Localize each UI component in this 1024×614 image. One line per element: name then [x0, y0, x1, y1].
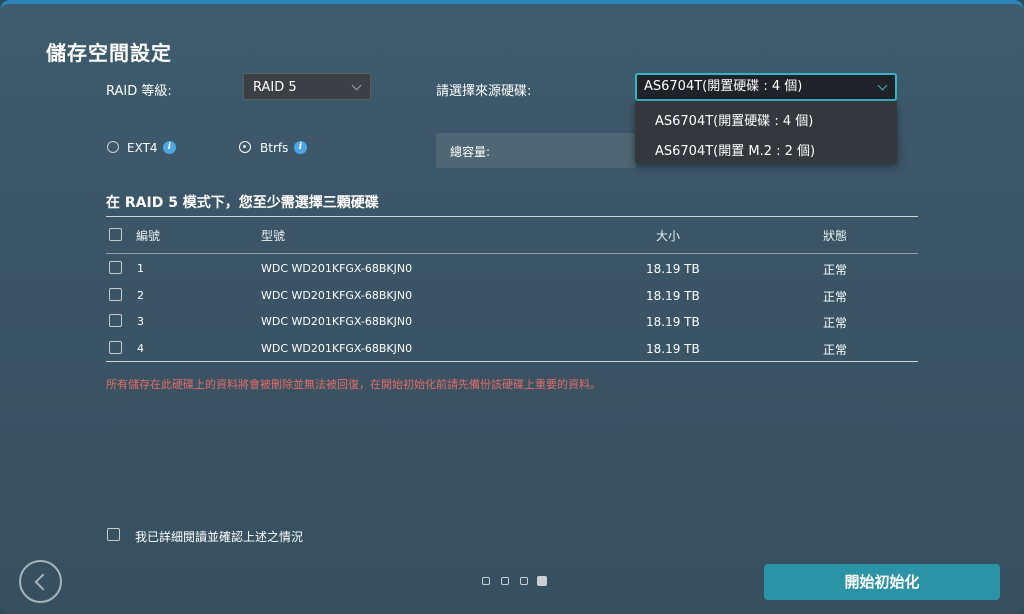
info-icon[interactable]: i [163, 141, 176, 154]
select-all-checkbox[interactable] [109, 228, 122, 241]
raid-level-label: RAID 等級: [106, 84, 172, 99]
page-dot-active [537, 576, 547, 586]
total-capacity-label: 總容量: [450, 145, 491, 159]
row-status: 正常 [823, 343, 848, 357]
dialog-panel: 儲存空間設定 RAID 等級: RAID 5 請選擇來源硬碟: AS6704T(… [0, 0, 1024, 614]
source-disk-value: AS6704T(開置硬碟 : 4 個) [644, 79, 803, 94]
row-status: 正常 [823, 316, 848, 330]
row-model: WDC WD201KFGX-68BKJN0 [261, 342, 413, 355]
row-checkbox[interactable] [109, 314, 122, 327]
raid-level-value: RAID 5 [253, 80, 297, 95]
row-status: 正常 [823, 263, 848, 277]
section-title: 在 RAID 5 模式下，您至少需選擇三顆硬碟 [106, 195, 379, 211]
row-status: 正常 [823, 290, 848, 304]
row-model: WDC WD201KFGX-68BKJN0 [261, 315, 413, 328]
row-size: 18.19 TB [646, 342, 700, 356]
row-checkbox[interactable] [109, 261, 122, 274]
page-dot [520, 577, 528, 585]
confirm-checkbox[interactable] [107, 528, 120, 541]
page-dot [501, 577, 509, 585]
source-disk-select[interactable]: AS6704T(開置硬碟 : 4 個) [635, 73, 897, 101]
header-status: 狀態 [823, 229, 848, 243]
start-initialize-button[interactable]: 開始初始化 [764, 564, 1000, 600]
info-icon[interactable]: i [294, 141, 307, 154]
header-size: 大小 [656, 229, 681, 243]
total-capacity-box: 總容量: [436, 133, 636, 168]
divider [106, 253, 918, 254]
page-title: 儲存空間設定 [46, 41, 172, 65]
dropdown-option[interactable]: AS6704T(開置 M.2 : 2 個) [655, 140, 815, 159]
row-checkbox[interactable] [109, 288, 122, 301]
dropdown-option[interactable]: AS6704T(開置硬碟 : 4 個) [655, 110, 813, 129]
btrfs-label: Btrfs [260, 141, 289, 155]
row-checkbox[interactable] [109, 341, 122, 354]
raid-level-select[interactable]: RAID 5 [243, 73, 371, 100]
row-number: 2 [137, 289, 144, 302]
confirm-label: 我已詳細閱讀並確認上述之情況 [135, 530, 304, 544]
back-button[interactable] [19, 560, 62, 603]
row-size: 18.19 TB [646, 315, 700, 329]
header-number: 編號 [136, 229, 161, 243]
row-model: WDC WD201KFGX-68BKJN0 [261, 262, 413, 275]
chevron-down-icon [877, 80, 888, 91]
source-disk-dropdown: AS6704T(開置硬碟 : 4 個) AS6704T(開置 M.2 : 2 個… [635, 101, 897, 163]
divider [106, 216, 918, 217]
row-number: 4 [137, 342, 144, 355]
page-dot [482, 577, 490, 585]
header-model: 型號 [261, 229, 286, 243]
source-disk-label: 請選擇來源硬碟: [436, 84, 532, 99]
row-number: 1 [137, 262, 144, 275]
row-size: 18.19 TB [646, 262, 700, 276]
btrfs-radio[interactable] [239, 141, 251, 153]
ext4-radio[interactable] [107, 141, 119, 153]
chevron-down-icon [351, 80, 362, 91]
row-model: WDC WD201KFGX-68BKJN0 [261, 289, 413, 302]
divider [106, 361, 918, 362]
row-size: 18.19 TB [646, 289, 700, 303]
row-number: 3 [137, 315, 144, 328]
warning-text: 所有儲存在此硬碟上的資料將會被刪除並無法被回復，在開始初始化前請先備份該硬碟上重… [106, 378, 601, 391]
ext4-label: EXT4 [127, 141, 158, 155]
